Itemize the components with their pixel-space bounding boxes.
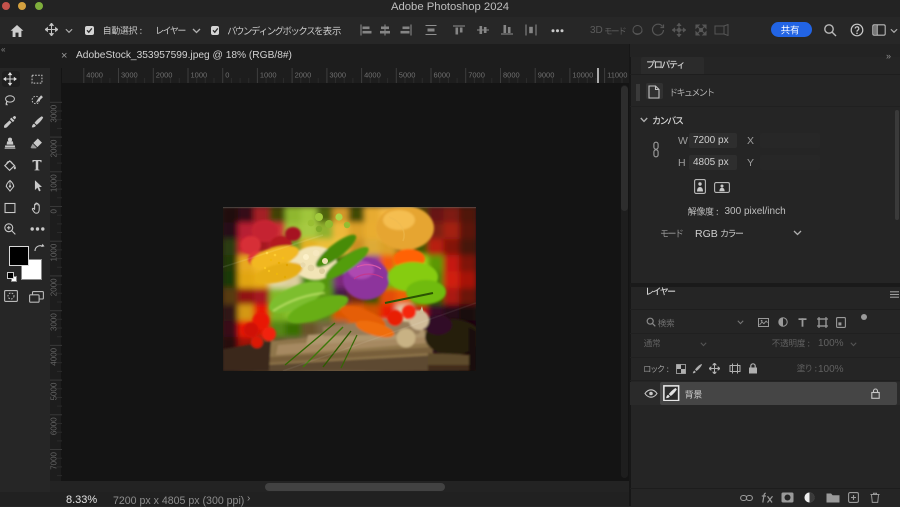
svg-text:4000: 4000 <box>86 71 103 80</box>
svg-text:3000: 3000 <box>121 71 138 80</box>
svg-text:2000: 2000 <box>156 71 173 80</box>
svg-text:1000: 1000 <box>191 71 208 80</box>
svg-text:0: 0 <box>50 208 59 213</box>
svg-text:5000: 5000 <box>399 71 416 80</box>
svg-text:10000: 10000 <box>572 71 593 80</box>
svg-text:1000: 1000 <box>260 71 277 80</box>
svg-text:7000: 7000 <box>468 71 485 80</box>
svg-text:4000: 4000 <box>364 71 381 80</box>
svg-text:3000: 3000 <box>329 71 346 80</box>
svg-text:8000: 8000 <box>503 71 520 80</box>
svg-text:11000: 11000 <box>607 71 627 80</box>
svg-text:9000: 9000 <box>538 71 555 80</box>
svg-text:2000: 2000 <box>295 71 312 80</box>
svg-text:6000: 6000 <box>434 71 451 80</box>
svg-text:0: 0 <box>225 71 229 80</box>
